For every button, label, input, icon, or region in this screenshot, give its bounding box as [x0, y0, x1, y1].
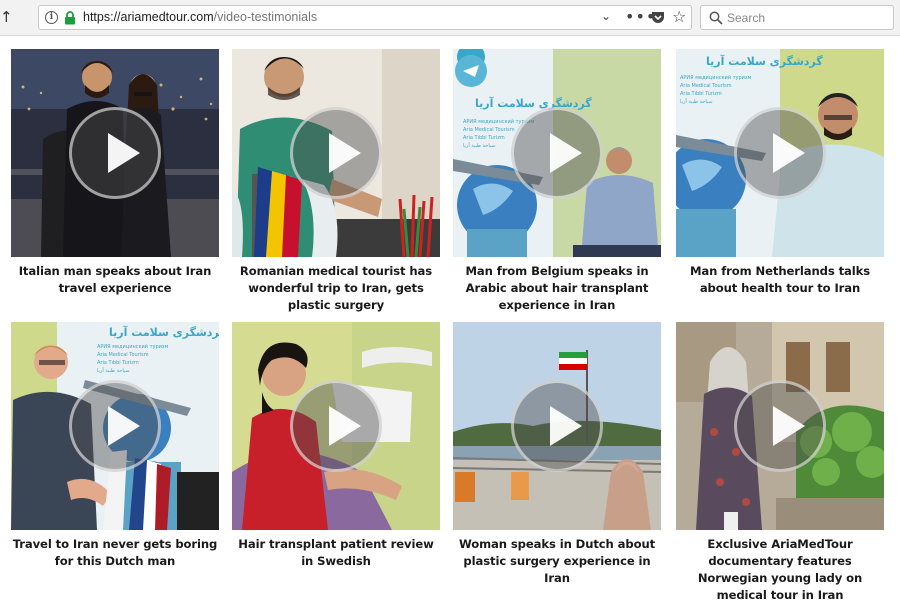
address-bar[interactable]: i https://ariamedtour.com/video-testimon…	[38, 5, 692, 30]
video-card[interactable]: Woman speaks in Dutch about plastic surg…	[453, 322, 661, 587]
banner-line-ru: АРИЯ медицинский туризм	[97, 343, 169, 350]
banner-line-tr: Aria Tıbbi Turizm	[463, 135, 505, 141]
search-icon	[709, 11, 723, 25]
banner-title: گردشگری سلامت آریا	[475, 96, 592, 110]
banner-line-ru: АРИЯ медицинский туризм	[680, 74, 752, 81]
search-input[interactable]	[727, 8, 887, 27]
url-text[interactable]: https://ariamedtour.com/video-testimonia…	[83, 10, 317, 24]
video-caption[interactable]: Man from Belgium speaks in Arabic about …	[453, 263, 661, 314]
video-caption[interactable]: Travel to Iran never gets boring for thi…	[11, 536, 219, 570]
video-thumbnail[interactable]: گردشگری سلامت آریا АРИЯ медицинский тури…	[11, 322, 219, 530]
lock-icon	[65, 11, 75, 25]
video-caption[interactable]: Man from Netherlands talks about health …	[676, 263, 884, 297]
browser-toolbar: ↑ i https://ariamedtour.com/video-testim…	[0, 0, 900, 36]
video-thumbnail[interactable]	[453, 322, 661, 530]
play-button-icon[interactable]	[69, 107, 161, 199]
video-card[interactable]: Italian man speaks about Iran travel exp…	[11, 49, 219, 297]
info-icon[interactable]: i	[45, 11, 58, 24]
play-button-icon[interactable]	[511, 107, 603, 199]
video-card[interactable]: گردشگری سلامت آریا АРИЯ медицинский тури…	[11, 322, 219, 570]
banner-line-tr: Aria Tıbbi Turizm	[97, 360, 139, 366]
video-card[interactable]: Exclusive AriaMedTour documentary featur…	[676, 322, 884, 604]
banner-title: گردشگری سلامت آریا	[109, 325, 219, 339]
banner-line-ar: سیاحة طبیة آریا	[97, 367, 130, 374]
back-arrow-icon[interactable]: ↑	[0, 8, 14, 26]
url-host: https://ariamedtour.com	[83, 10, 214, 24]
banner-line-en: Aria Medical Tourism	[97, 352, 149, 358]
play-button-icon[interactable]	[734, 107, 826, 199]
search-bar[interactable]	[700, 5, 894, 30]
video-thumbnail[interactable]	[11, 49, 219, 257]
video-caption[interactable]: Woman speaks in Dutch about plastic surg…	[453, 536, 661, 587]
video-caption[interactable]: Hair transplant patient review in Swedis…	[232, 536, 440, 570]
play-button-icon[interactable]	[290, 380, 382, 472]
play-button-icon[interactable]	[734, 380, 826, 472]
pocket-icon[interactable]	[651, 11, 665, 24]
video-caption[interactable]: Exclusive AriaMedTour documentary featur…	[676, 536, 884, 604]
video-card[interactable]: گردشگری سلامت آریا АРИЯ медицинский тури…	[676, 49, 884, 297]
video-caption[interactable]: Romanian medical tourist has wonderful t…	[232, 263, 440, 314]
video-caption[interactable]: Italian man speaks about Iran travel exp…	[11, 263, 219, 297]
bookmark-star-icon[interactable]: ☆	[672, 7, 686, 26]
video-card[interactable]: گردشگری سلامت آریا АРИЯ медицинский тури…	[453, 49, 661, 314]
banner-title: گردشگری سلامت آریا	[706, 54, 823, 68]
url-path: /video-testimonials	[213, 10, 318, 24]
banner-line-en: Aria Medical Tourism	[463, 127, 515, 133]
video-thumbnail[interactable]	[676, 322, 884, 530]
play-button-icon[interactable]	[69, 380, 161, 472]
banner-line-tr: Aria Tıbbi Turizm	[680, 91, 722, 97]
video-card[interactable]: Hair transplant patient review in Swedis…	[232, 322, 440, 570]
chevron-down-icon[interactable]: ⌄	[601, 9, 611, 23]
video-card[interactable]: Romanian medical tourist has wonderful t…	[232, 49, 440, 314]
banner-line-ar: سیاحة طبیة آریا	[680, 98, 713, 105]
video-thumbnail[interactable]: گردشگری سلامت آریا АРИЯ медицинский тури…	[453, 49, 661, 257]
banner-line-en: Aria Medical Tourism	[680, 83, 732, 89]
banner-line-ar: سیاحة طبیة آریا	[463, 142, 496, 149]
video-thumbnail[interactable]: گردشگری سلامت آریا АРИЯ медицинский тури…	[676, 49, 884, 257]
video-thumbnail[interactable]	[232, 322, 440, 530]
play-button-icon[interactable]	[511, 380, 603, 472]
play-button-icon[interactable]	[290, 107, 382, 199]
video-thumbnail[interactable]	[232, 49, 440, 257]
